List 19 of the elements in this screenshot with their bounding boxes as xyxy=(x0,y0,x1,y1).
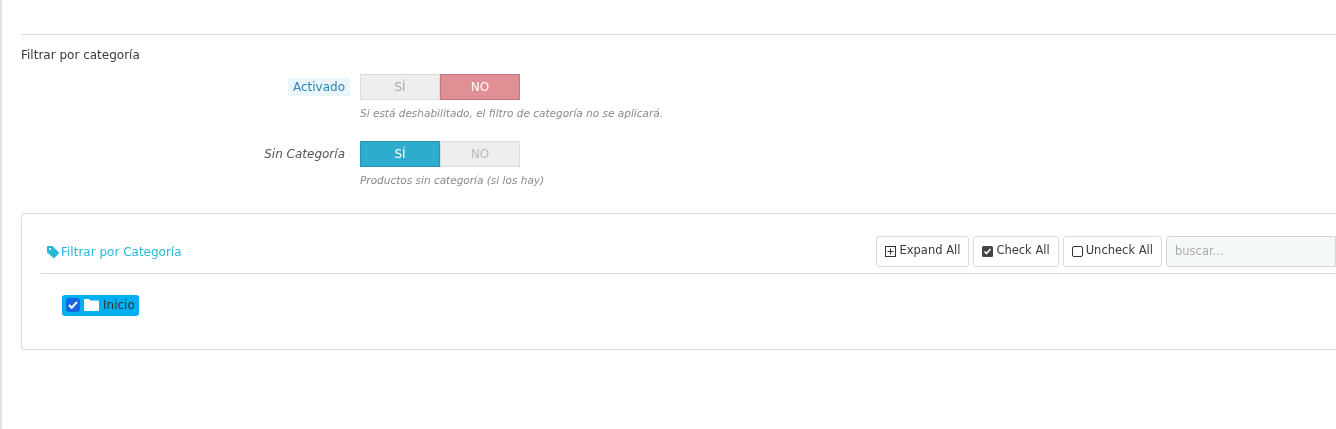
tag-icon xyxy=(47,246,59,258)
field-label: Activado xyxy=(287,78,350,96)
tree-item[interactable]: Inicio xyxy=(62,294,139,316)
help-text: Si está deshabilitado, el filtro de categoría no se aplicará. xyxy=(360,106,664,121)
field-label: Sin Categoría xyxy=(263,145,346,163)
tree-action-button[interactable]: Expand All xyxy=(876,235,970,267)
tree-action-button[interactable]: Uncheck All xyxy=(1062,235,1162,267)
plus-square-icon xyxy=(885,245,897,257)
folder-icon xyxy=(84,299,99,311)
empty-box-icon xyxy=(1071,245,1083,257)
checked-box-icon xyxy=(982,245,994,257)
help-text: Productos sin categoría (si los hay) xyxy=(360,172,545,188)
item-label: Inicio xyxy=(103,297,135,314)
section-title: Filtrar por categoría xyxy=(21,47,141,63)
search-field[interactable]: buscar... xyxy=(1166,235,1336,267)
checkbox-icon[interactable] xyxy=(66,298,80,312)
tree-action-button[interactable]: Check All xyxy=(973,235,1059,267)
toggle-option[interactable]: SÍ xyxy=(360,140,440,167)
panel-title: Filtrar por Categoría xyxy=(61,244,182,261)
